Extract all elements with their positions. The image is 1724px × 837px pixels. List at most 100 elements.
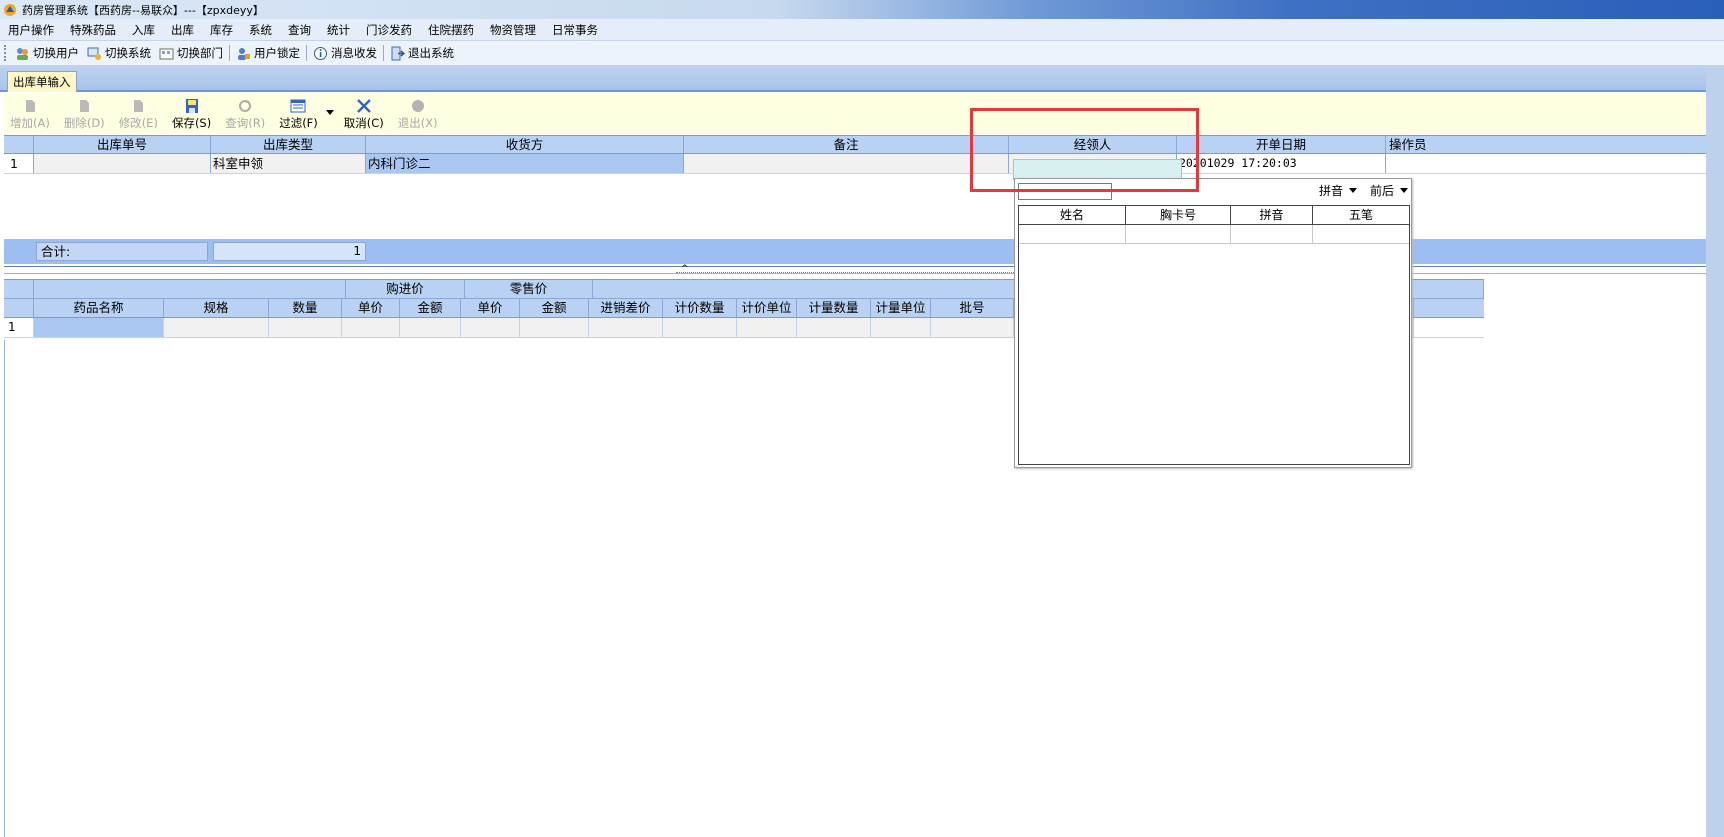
cell-purchase-amount[interactable] [400,318,461,337]
filter-dropdown-arrow[interactable] [325,110,334,115]
col-header-billing-qty[interactable]: 计价数量 [663,299,737,317]
lookup-table-row[interactable] [1019,225,1409,244]
toolbar-grip[interactable] [4,45,7,61]
save-icon [185,99,198,113]
switch-system-label: 切换系统 [105,46,151,60]
cell-measure-unit[interactable] [871,318,931,337]
switch-department-button[interactable]: 切换部门 [155,45,227,61]
menu-inventory[interactable]: 库存 [202,22,241,38]
menu-user-ops[interactable]: 用户操作 [0,22,62,38]
menu-materials[interactable]: 物资管理 [482,22,544,38]
col-header-purchase-unit-price[interactable]: 单价 [342,299,400,317]
pinyin-mode-label: 拼音 [1319,184,1344,198]
menu-inpatient-dispense[interactable]: 住院摆药 [420,22,482,38]
menu-query[interactable]: 查询 [280,22,319,38]
window-title: 药房管理系统【西药房--易联众】---【zpxdeyy】 [22,3,264,17]
menu-stock-in[interactable]: 入库 [124,22,163,38]
cell-billing-qty[interactable] [663,318,737,337]
col-header-retail-unit-price[interactable]: 单价 [461,299,520,317]
exit-system-button[interactable]: 退出系统 [386,45,458,61]
save-button[interactable]: 保存(S) [172,98,211,131]
delete-button[interactable]: 删除(D) [64,98,105,131]
edit-icon [134,100,144,112]
menu-statistics[interactable]: 统计 [319,22,358,38]
switch-user-button[interactable]: 切换用户 [11,45,83,61]
add-button[interactable]: 增加(A) [10,98,50,131]
cell-measure-qty[interactable] [797,318,871,337]
lookup-col-name[interactable]: 姓名 [1019,206,1126,224]
col-header-out-type[interactable]: 出库类型 [211,136,366,153]
tab-strip: 出库单输入 [0,66,1724,92]
col-header-order-no[interactable]: 出库单号 [34,136,211,153]
menu-special-drugs[interactable]: 特殊药品 [62,22,124,38]
query-button[interactable]: 查询(R) [225,98,265,131]
lookup-cell-badge-no[interactable] [1126,225,1231,243]
cell-drug-name[interactable] [34,318,164,337]
pinyin-mode-select[interactable]: 拼音 [1319,182,1358,199]
tab-stock-out-entry[interactable]: 出库单输入 [7,71,77,92]
cancel-button[interactable]: 取消(C) [344,98,384,131]
cell-remark[interactable] [684,154,1009,173]
cell-purchase-unit-price[interactable] [342,318,400,337]
cell-price-difference[interactable] [589,318,663,337]
cell-operator[interactable] [1386,154,1706,173]
exit-button[interactable]: 退出(X) [398,98,438,131]
col-header-billing-unit[interactable]: 计价单位 [737,299,797,317]
lookup-search-input[interactable] [1018,183,1112,200]
col-header-batch-no[interactable]: 批号 [931,299,1014,317]
cell-out-type[interactable]: 科室申领 [211,154,366,173]
menu-outpatient-dispense[interactable]: 门诊发药 [358,22,420,38]
cell-spec[interactable] [164,318,269,337]
col-header-spec[interactable]: 规格 [164,299,269,317]
col-header-handler[interactable]: 经领人 [1009,136,1177,153]
col-header-order-date[interactable]: 开单日期 [1177,136,1386,153]
toolbar-separator [306,45,307,61]
title-bar: 药房管理系统【西药房--易联众】---【zpxdeyy】 [0,0,1724,19]
col-header-receiver[interactable]: 收货方 [366,136,684,153]
col-header-operator[interactable]: 操作员 [1386,136,1706,153]
col-header-retail-amount[interactable]: 金额 [520,299,589,317]
table-row[interactable]: 1 科室申领 内科门诊二 20201029 17:20:03 [4,154,1706,174]
match-position-select[interactable]: 前后 [1370,182,1409,199]
col-header-remark[interactable]: 备注 [684,136,1009,153]
message-button[interactable]: 消息收发 [309,45,381,61]
col-header-purchase-amount[interactable]: 金额 [400,299,461,317]
cell-order-date[interactable]: 20201029 17:20:03 [1177,154,1386,173]
lookup-col-pinyin[interactable]: 拼音 [1231,206,1313,224]
cancel-label: 取消 [343,116,367,130]
lookup-cell-wubi[interactable] [1313,225,1409,243]
refresh-icon [239,100,252,112]
filter-shortcut: (F) [302,116,318,130]
splitter-handle[interactable] [676,267,1016,273]
col-header-drug-name[interactable]: 药品名称 [34,299,164,317]
col-header-price-difference[interactable]: 进销差价 [589,299,663,317]
panel-splitter[interactable]: ^ [4,264,1706,274]
cell-retail-amount[interactable] [520,318,589,337]
add-shortcut: (A) [33,116,50,130]
cell-billing-unit[interactable] [737,318,797,337]
users-icon [17,47,28,60]
lock-user-label: 用户锁定 [254,46,300,60]
menu-daily-affairs[interactable]: 日常事务 [544,22,606,38]
lock-user-button[interactable]: 用户锁定 [232,45,304,61]
cell-retail-unit-price[interactable] [461,318,520,337]
switch-system-button[interactable]: 切换系统 [83,45,155,61]
handler-input[interactable] [1013,159,1182,180]
splitter-collapse-icon[interactable]: ^ [681,264,689,274]
col-header-measure-qty[interactable]: 计量数量 [797,299,871,317]
lookup-col-wubi[interactable]: 五笔 [1313,206,1409,224]
menu-system[interactable]: 系统 [241,22,280,38]
cell-quantity[interactable] [269,318,342,337]
filter-button[interactable]: 过滤(F) [279,98,318,131]
lookup-cell-pinyin[interactable] [1231,225,1313,243]
col-header-quantity[interactable]: 数量 [269,299,342,317]
menu-stock-out[interactable]: 出库 [163,22,202,38]
col-header-measure-unit[interactable]: 计量单位 [871,299,931,317]
edit-button[interactable]: 修改(E) [119,98,158,131]
cell-order-no[interactable] [34,154,211,173]
lookup-table: 姓名 胸卡号 拼音 五笔 [1018,205,1410,465]
cell-receiver[interactable]: 内科门诊二 [366,154,684,173]
lookup-cell-name[interactable] [1019,225,1126,243]
lookup-col-badge-no[interactable]: 胸卡号 [1126,206,1231,224]
cell-batch-no[interactable] [931,318,1014,337]
